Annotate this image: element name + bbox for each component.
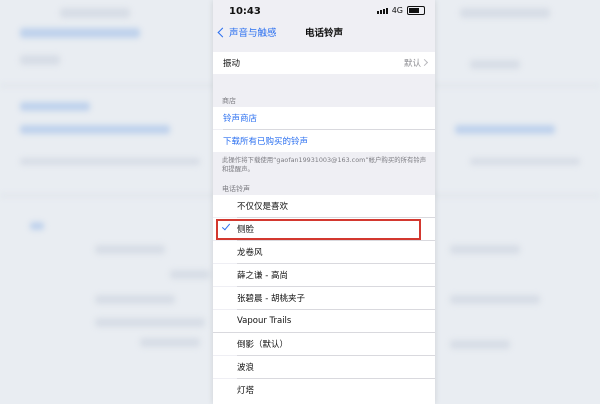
ringtone-label: 龙卷风	[237, 248, 263, 258]
download-all-label: 下载所有已购买的铃声	[223, 137, 309, 147]
ringtone-label: 波浪	[237, 363, 255, 373]
ringtone-label: 倒影（默认）	[237, 340, 289, 350]
status-bar: 10:43 4G	[213, 0, 435, 24]
vibration-row[interactable]: 振动 默认	[213, 52, 435, 74]
tone-store-label: 铃声商店	[223, 114, 258, 124]
ringtone-item[interactable]: 波浪	[213, 356, 435, 378]
ringtone-label: Vapour Trails	[237, 316, 292, 326]
page-title: 电话铃声	[304, 28, 343, 39]
status-time: 10:43	[229, 6, 261, 17]
signal-icon	[376, 7, 388, 14]
vibration-value: 默认	[403, 59, 421, 69]
ringtones-section-header: 电话铃声	[222, 185, 250, 193]
chevron-right-icon	[420, 58, 429, 67]
tone-store-link[interactable]: 铃声商店	[213, 107, 435, 129]
ringtone-item[interactable]: Vapour Trails	[213, 310, 435, 332]
ringtone-label: 不仅仅是喜欢	[237, 202, 289, 212]
ringtone-label: 灯塔	[237, 386, 255, 396]
battery-icon	[407, 6, 425, 15]
store-footer-note: 此操作将下载使用“gaofan19931003@163.com”帐户购买的所有铃…	[222, 156, 427, 173]
ringtone-item[interactable]: 不仅仅是喜欢	[213, 195, 435, 217]
selection-highlight-box	[216, 219, 421, 240]
network-label: 4G	[391, 6, 403, 15]
ringtone-item[interactable]: 龙卷风	[213, 241, 435, 263]
download-all-link[interactable]: 下载所有已购买的铃声	[213, 130, 435, 152]
ringtone-item[interactable]: 张碧晨 - 胡桃夹子	[213, 287, 435, 309]
ringtone-item[interactable]: 灯塔	[213, 379, 435, 404]
ringtone-item[interactable]: 倒影（默认）	[213, 333, 435, 355]
navigation-bar: 声音与触感 电话铃声	[213, 22, 435, 44]
ringtone-item[interactable]: 薛之谦 - 高尚	[213, 264, 435, 286]
phone-screen: 10:43 4G 声音与触感 电话铃声 振动 默认 商店 铃声商店 下载所有已购…	[213, 0, 435, 404]
ringtone-label: 张碧晨 - 胡桃夹子	[237, 294, 305, 304]
status-indicators: 4G	[376, 6, 425, 15]
vibration-label: 振动	[223, 59, 241, 69]
ringtone-label: 薛之谦 - 高尚	[237, 271, 288, 281]
store-section-header: 商店	[222, 97, 236, 105]
